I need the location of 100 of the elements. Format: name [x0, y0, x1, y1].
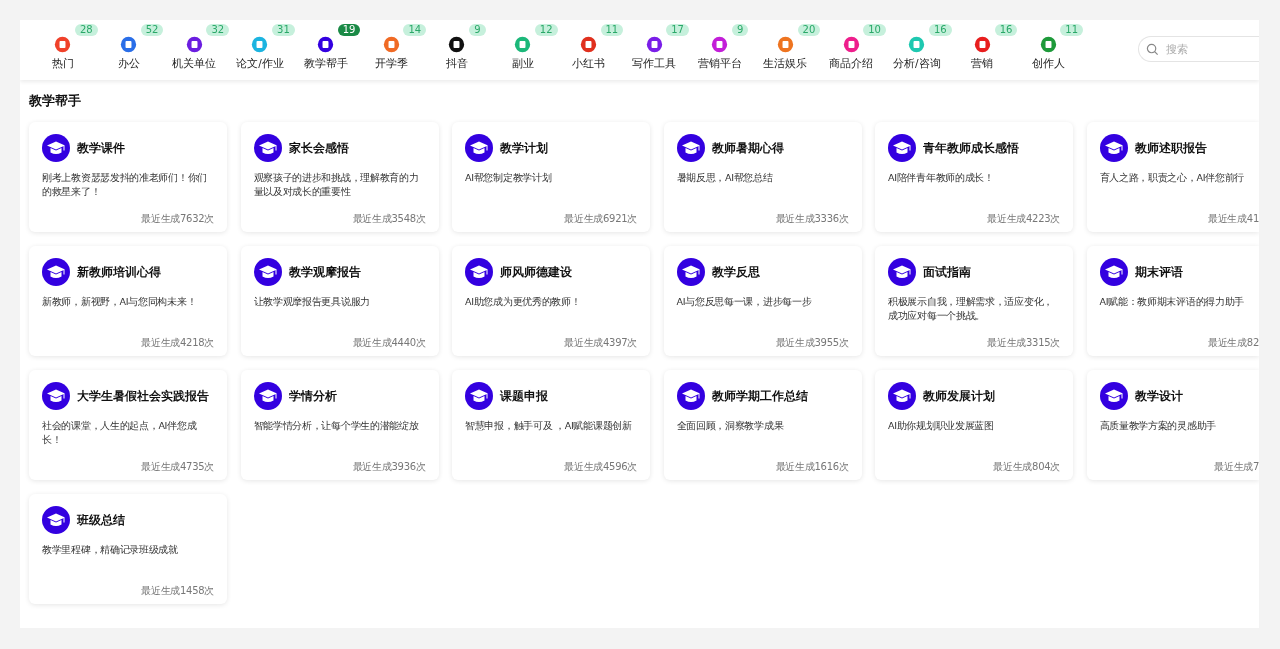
- count-badge: 16: [928, 24, 952, 36]
- usage-count: 最近生成3548次: [352, 213, 426, 224]
- card-title: 教学观摩报告: [288, 264, 361, 280]
- usage-count: 最近生成3336次: [775, 213, 849, 224]
- category-tab[interactable]: 31 论文/作业: [227, 20, 293, 80]
- tool-card[interactable]: 期末评语 AI赋能：教师期末评语的得力助手 最近生成82: [1086, 246, 1259, 356]
- card-title: 班级总结: [77, 512, 125, 528]
- usage-count: 最近生成82: [1208, 337, 1259, 348]
- card-description: AI赋能：教师期末评语的得力助手: [1099, 295, 1245, 309]
- graduation-cap-icon: [888, 134, 916, 162]
- category-tab[interactable]: 10 商品介绍: [818, 20, 884, 80]
- tool-card[interactable]: 班级总结 教学里程碑，精确记录班级成就 最近生成1458次: [29, 494, 227, 604]
- graduation-cap-icon: [465, 258, 493, 286]
- section-title: 教学帮手: [29, 92, 82, 110]
- tool-card[interactable]: 教学设计 高质量教学方案的灵感助手 最近生成7: [1086, 370, 1259, 480]
- count-badge: 11: [600, 24, 624, 36]
- card-title: 教学反思: [711, 264, 760, 280]
- count-badge: 17: [666, 24, 689, 36]
- tool-card[interactable]: 教师暑期心得 暑期反思，AI帮您总结 最近生成3336次: [663, 122, 862, 232]
- card-title: 面试指南: [923, 264, 971, 280]
- count-badge: 12: [534, 24, 558, 36]
- card-description: AI与您反思每一课，进步每一步: [676, 295, 813, 309]
- category-tab[interactable]: 9 营销平台: [686, 20, 753, 80]
- graduation-cap-icon: [1099, 134, 1128, 162]
- graduation-cap-icon: [253, 382, 282, 410]
- graduation-cap-icon: [42, 134, 70, 162]
- count-badge: 9: [731, 24, 749, 36]
- category-tab[interactable]: 32 机关单位: [161, 20, 228, 80]
- card-title: 学情分析: [288, 388, 337, 404]
- usage-count: 最近生成3936次: [352, 461, 426, 472]
- card-description: 高质量教学方案的灵感助手: [1099, 419, 1217, 433]
- card-title: 教师暑期心得: [711, 140, 784, 156]
- usage-count: 最近生成7: [1214, 461, 1259, 472]
- usage-count: 最近生成3955次: [775, 337, 849, 348]
- tool-card[interactable]: 教师发展计划 AI助你规划职业发展蓝图 最近生成804次: [875, 370, 1073, 480]
- search-icon: [1146, 43, 1159, 56]
- category-tab[interactable]: 17 写作工具: [621, 20, 687, 80]
- category-tab[interactable]: 28 热门: [30, 20, 96, 80]
- category-tab[interactable]: 12 副业: [489, 20, 556, 80]
- tool-card[interactable]: 教师述职报告 育人之路，职责之心，AI伴您前行 最近生成41: [1086, 122, 1259, 232]
- card-description: 智慧申报，触手可及 ，AI赋能课题创新: [465, 419, 633, 433]
- tool-card[interactable]: 青年教师成长感悟 AI陪伴青年教师的成长！ 最近生成4223次: [875, 122, 1073, 232]
- tool-card[interactable]: 教师学期工作总结 全面回顾，洞察教学成果 最近生成1616次: [663, 370, 862, 480]
- card-title: 家长会感悟: [288, 140, 349, 156]
- card-title: 青年教师成长感悟: [923, 140, 1019, 156]
- category-tab[interactable]: 16 营销: [949, 20, 1016, 80]
- tool-card[interactable]: 家长会感悟 观察孩子的进步和挑战，理解教育的力量以及对成长的重要性 最近生成3548次: [240, 122, 439, 232]
- tool-card[interactable]: 课题申报 智慧申报，触手可及 ，AI赋能课题创新 最近生成4596次: [452, 370, 650, 480]
- tool-card[interactable]: 大学生暑假社会实践报告 社会的课堂，人生的起点，AI伴您成长！ 最近生成4735次: [29, 370, 227, 480]
- count-badge: 11: [1060, 24, 1084, 36]
- search-field[interactable]: 搜索: [1138, 36, 1259, 62]
- graduation-cap-icon: [42, 258, 70, 286]
- category-tab[interactable]: 52 办公: [95, 20, 162, 80]
- category-tab[interactable]: 20 生活娱乐: [752, 20, 819, 80]
- graduation-cap-icon: [253, 258, 282, 286]
- count-badge: 32: [206, 24, 230, 36]
- graduation-cap-icon: [253, 134, 282, 162]
- card-title: 教学设计: [1134, 388, 1183, 404]
- card-title: 课题申报: [500, 388, 548, 404]
- count-badge: 14: [403, 24, 427, 36]
- usage-count: 最近生成4596次: [564, 461, 637, 472]
- tool-card[interactable]: 教学课件 刚考上教资瑟瑟发抖的准老师们！你们的救星来了！ 最近生成7632次: [29, 122, 227, 232]
- card-description: 让教学观摩报告更具说服力: [253, 295, 371, 309]
- tool-card[interactable]: 学情分析 智能学情分析，让每个学生的潜能绽放 最近生成3936次: [240, 370, 439, 480]
- card-description: AI助你规划职业发展蓝图: [888, 419, 995, 433]
- card-description: 积极展示自我，理解需求，适应变化，成功应对每一个挑战。: [888, 295, 1054, 323]
- graduation-cap-icon: [676, 258, 705, 286]
- usage-count: 最近生成4735次: [141, 461, 214, 472]
- card-description: AI帮您制定教学计划: [465, 171, 553, 185]
- usage-count: 最近生成1616次: [775, 461, 849, 472]
- category-tab[interactable]: 9 抖音: [424, 20, 490, 80]
- tool-card[interactable]: 教学反思 AI与您反思每一课，进步每一步 最近生成3955次: [663, 246, 862, 356]
- graduation-cap-icon: [465, 134, 493, 162]
- card-title: 教师发展计划: [923, 388, 995, 404]
- graduation-cap-icon: [1099, 382, 1128, 410]
- graduation-cap-icon: [42, 506, 70, 534]
- tool-card[interactable]: 师风师德建设 AI助您成为更优秀的教师！ 最近生成4397次: [452, 246, 650, 356]
- tool-card[interactable]: 教学计划 AI帮您制定教学计划 最近生成6921次: [452, 122, 650, 232]
- card-description: 新教师，新视野，AI与您同构未来！: [42, 295, 198, 309]
- card-description: 刚考上教资瑟瑟发抖的准老师们！你们的救星来了！: [42, 171, 208, 199]
- tool-card[interactable]: 新教师培训心得 新教师，新视野，AI与您同构未来！ 最近生成4218次: [29, 246, 227, 356]
- card-description: 育人之路，职责之心，AI伴您前行: [1099, 171, 1245, 185]
- usage-count: 最近生成1458次: [141, 585, 214, 596]
- card-title: 新教师培训心得: [77, 264, 161, 280]
- card-description: 观察孩子的进步和挑战，理解教育的力量以及对成长的重要性: [253, 171, 420, 199]
- card-title: 教师学期工作总结: [711, 388, 808, 404]
- category-tab[interactable]: 16 分析/咨询: [883, 20, 950, 80]
- usage-count: 最近生成41: [1208, 213, 1259, 224]
- tool-card[interactable]: 教学观摩报告 让教学观摩报告更具说服力 最近生成4440次: [240, 246, 439, 356]
- category-tab[interactable]: 14 开学季: [358, 20, 425, 80]
- graduation-cap-icon: [1099, 258, 1128, 286]
- usage-count: 最近生成4440次: [352, 337, 426, 348]
- category-tab[interactable]: 11 创作人: [1015, 20, 1081, 80]
- tool-card[interactable]: 面试指南 积极展示自我，理解需求，适应变化，成功应对每一个挑战。 最近生成3315次: [875, 246, 1073, 356]
- graduation-cap-icon: [676, 134, 705, 162]
- category-tab[interactable]: 11 小红书: [555, 20, 622, 80]
- count-badge: 28: [75, 24, 98, 36]
- usage-count: 最近生成7632次: [141, 213, 214, 224]
- category-tab[interactable]: 19 教学帮手: [292, 20, 359, 80]
- graduation-cap-icon: [42, 382, 70, 410]
